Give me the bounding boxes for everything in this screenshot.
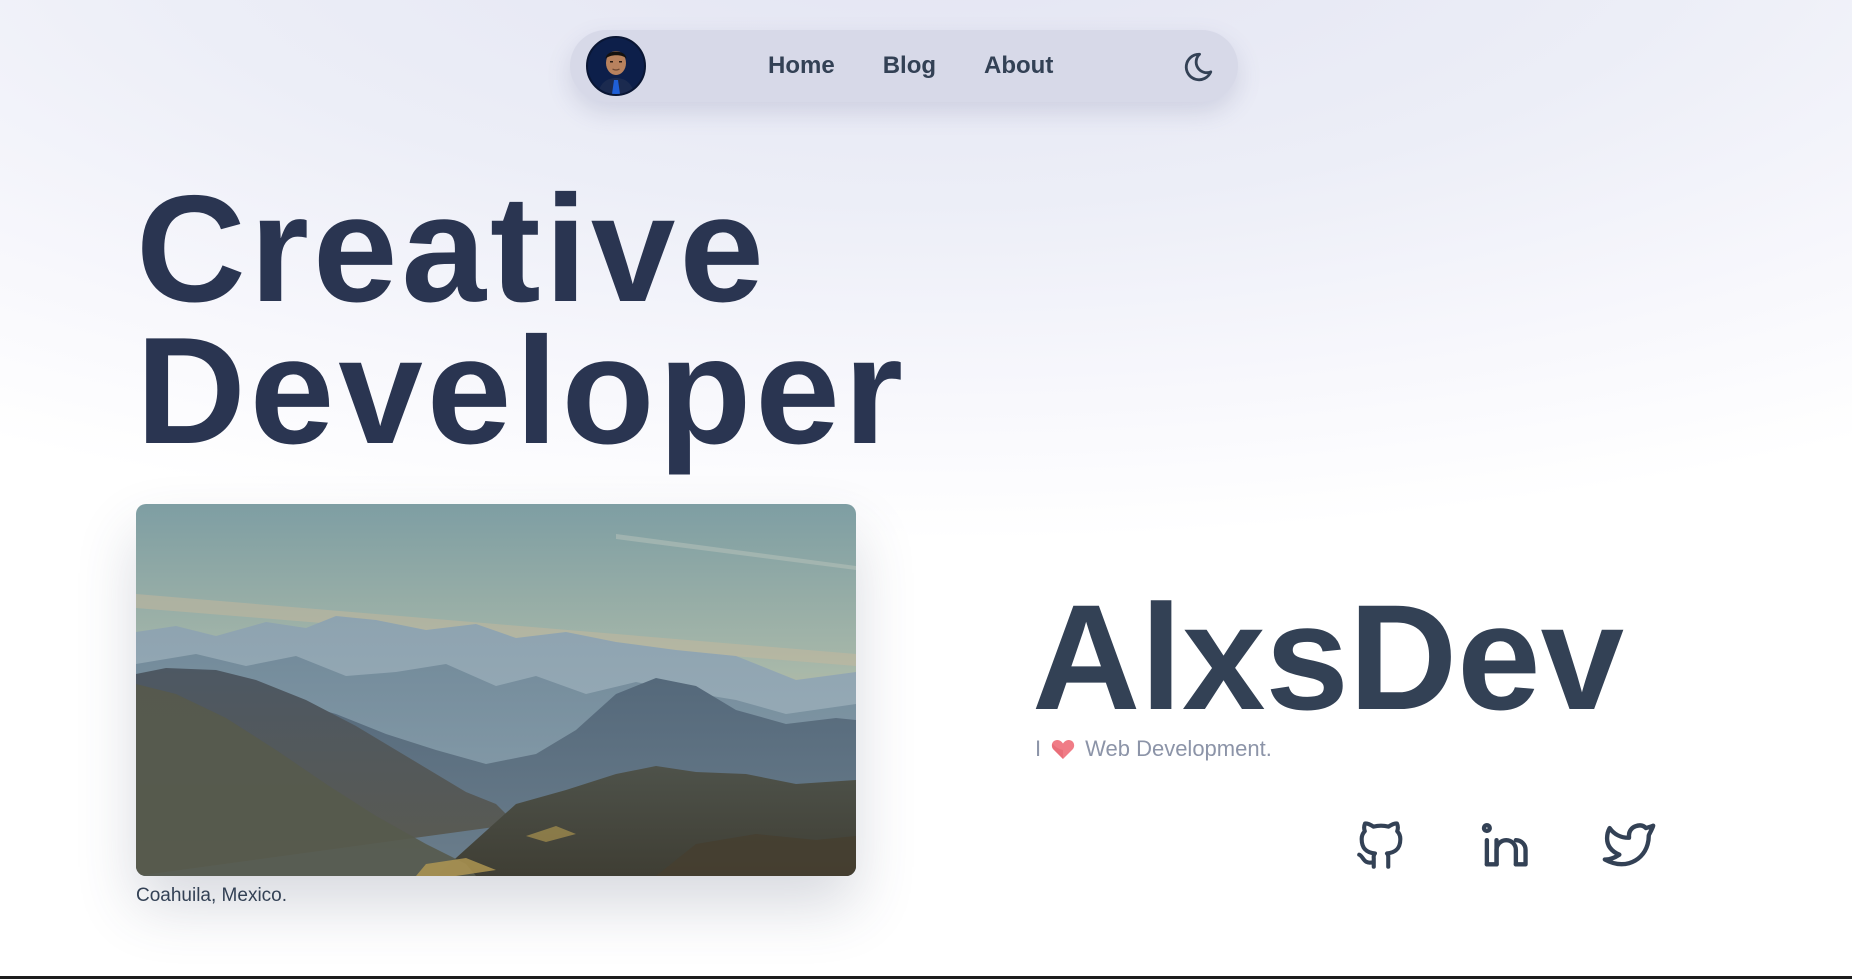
hero-title: Creative Developer <box>136 164 907 476</box>
linkedin-link[interactable] <box>1476 816 1534 874</box>
twitter-link[interactable] <box>1600 816 1658 874</box>
tagline-prefix: I <box>1035 736 1042 761</box>
github-link[interactable] <box>1352 816 1410 874</box>
moon-icon <box>1184 52 1213 82</box>
nav-link-about[interactable]: About <box>984 52 1053 80</box>
social-links <box>1352 816 1658 874</box>
avatar[interactable] <box>586 36 646 96</box>
twitter-icon <box>1602 823 1656 867</box>
landscape-photo-figure: Coahuila, Mexico. <box>136 504 856 907</box>
nav-link-blog[interactable]: Blog <box>883 52 936 80</box>
tagline: I Web Development. <box>1035 736 1272 762</box>
github-icon <box>1357 821 1403 869</box>
nav-links: Home Blog About <box>768 30 1053 102</box>
top-nav: Home Blog About <box>570 30 1238 102</box>
brand-name: AlxsDev <box>1032 573 1625 741</box>
tagline-suffix: Web Development. <box>1085 736 1272 761</box>
landscape-photo <box>136 504 856 876</box>
linkedin-icon <box>1481 823 1528 867</box>
nav-link-home[interactable]: Home <box>768 52 835 80</box>
heart-icon <box>1051 738 1075 760</box>
photo-caption: Coahuila, Mexico. <box>136 885 288 906</box>
hero-title-line-1: Creative <box>136 164 768 334</box>
theme-toggle-button[interactable] <box>1182 50 1216 84</box>
hero-title-line-2: Developer <box>136 306 907 476</box>
